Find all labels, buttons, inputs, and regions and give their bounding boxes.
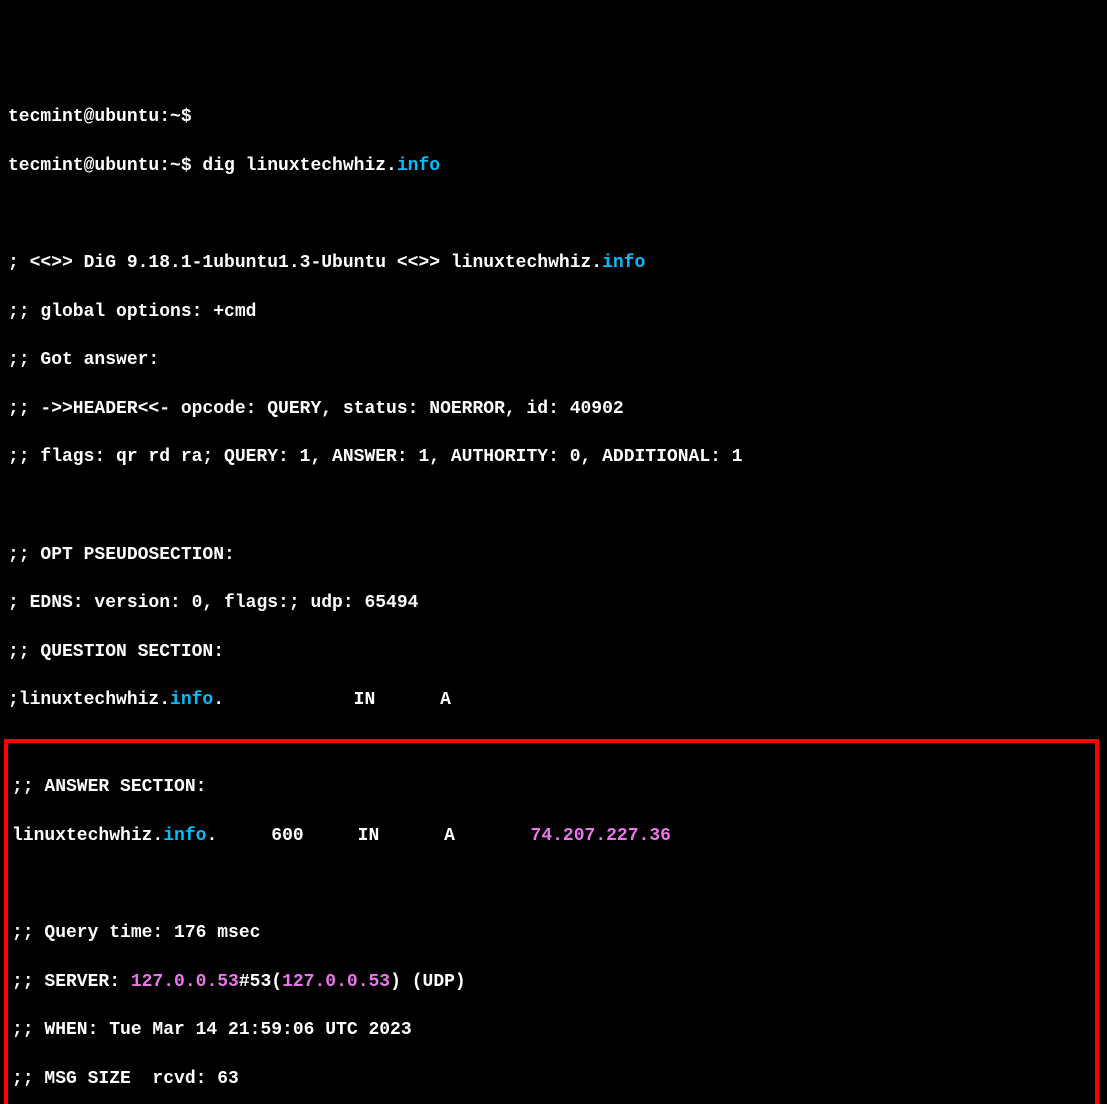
server-suffix: ) (UDP): [390, 972, 466, 992]
when-line: ;; WHEN: Tue Mar 14 21:59:06 UTC 2023: [12, 1018, 1091, 1042]
question-tld: info: [170, 690, 213, 710]
edns-line: ; EDNS: version: 0, flags:; udp: 65494: [8, 591, 1099, 615]
global-options: ;; global options: +cmd: [8, 300, 1099, 324]
header-flags: ;; ->>HEADER<<- opcode: QUERY, status: N…: [8, 397, 1099, 421]
question-line: ;linuxtechwhiz.info. IN A: [8, 688, 1099, 712]
got-answer: ;; Got answer:: [8, 348, 1099, 372]
answer-tld: info: [163, 826, 206, 846]
command-tld: info: [397, 156, 440, 176]
flags-line: ;; flags: qr rd ra; QUERY: 1, ANSWER: 1,…: [8, 445, 1099, 469]
question-suffix: . IN A: [213, 690, 451, 710]
server-mid: #53(: [239, 972, 282, 992]
answer-section-header: ;; ANSWER SECTION:: [12, 775, 1091, 799]
opt-section: ;; OPT PSEUDOSECTION:: [8, 543, 1099, 567]
answer-highlight-box: ;; ANSWER SECTION: linuxtechwhiz.info. 6…: [4, 739, 1099, 1104]
server-line: ;; SERVER: 127.0.0.53#53(127.0.0.53) (UD…: [12, 970, 1091, 994]
msg-size: ;; MSG SIZE rcvd: 63: [12, 1067, 1091, 1091]
answer-ip: 74.207.227.36: [531, 826, 671, 846]
command-prefix: tecmint@ubuntu:~$ dig linuxtechwhiz.: [8, 156, 397, 176]
prompt-text: tecmint@ubuntu:~$: [8, 107, 192, 127]
header-tld: info: [602, 253, 645, 273]
answer-mid: . 600 IN A: [206, 826, 530, 846]
dig-header: ; <<>> DiG 9.18.1-1ubuntu1.3-Ubuntu <<>>…: [8, 251, 1099, 275]
answer-line: linuxtechwhiz.info. 600 IN A 74.207.227.…: [12, 824, 1091, 848]
blank-line: [8, 202, 1099, 226]
query-time: ;; Query time: 176 msec: [12, 921, 1091, 945]
header-prefix: ; <<>> DiG 9.18.1-1ubuntu1.3-Ubuntu <<>>…: [8, 253, 602, 273]
question-section-header: ;; QUESTION SECTION:: [8, 640, 1099, 664]
answer-prefix: linuxtechwhiz.: [12, 826, 163, 846]
blank-line: [12, 872, 1091, 896]
blank-line: [8, 494, 1099, 518]
server-ip1: 127.0.0.53: [131, 972, 239, 992]
terminal-prompt-empty: tecmint@ubuntu:~$: [8, 105, 1099, 129]
server-ip2: 127.0.0.53: [282, 972, 390, 992]
question-prefix: ;linuxtechwhiz.: [8, 690, 170, 710]
terminal-command-line[interactable]: tecmint@ubuntu:~$ dig linuxtechwhiz.info: [8, 154, 1099, 178]
server-label: ;; SERVER:: [12, 972, 131, 992]
